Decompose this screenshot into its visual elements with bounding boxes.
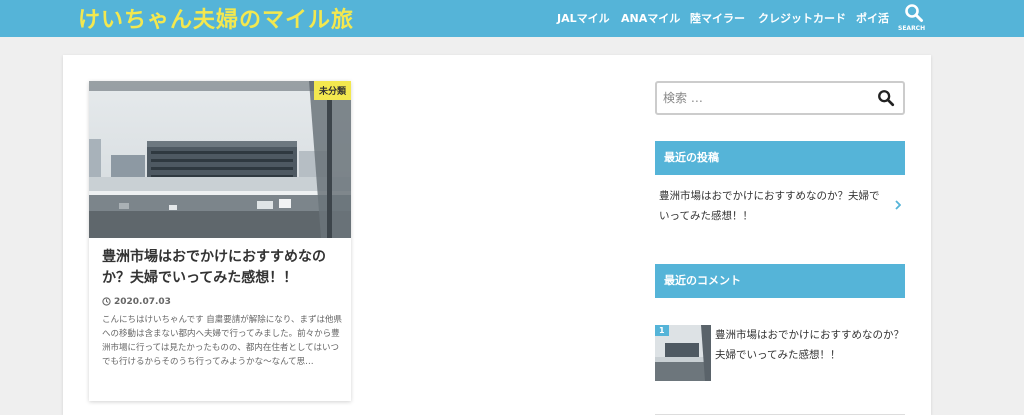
nav-item-poikatsu[interactable]: ポイ活: [856, 10, 889, 26]
post-card[interactable]: 未分類 豊洲市場はおでかけにおすすめなのか？夫婦でいってみた感想！！ 2020.…: [89, 81, 351, 401]
search-input[interactable]: [657, 83, 869, 113]
post-title[interactable]: 豊洲市場はおでかけにおすすめなのか？夫婦でいってみた感想！！: [102, 247, 340, 289]
post-thumbnail[interactable]: 未分類: [89, 81, 351, 238]
clock-icon: [102, 297, 111, 306]
content-container: 未分類 豊洲市場はおでかけにおすすめなのか？夫婦でいってみた感想！！ 2020.…: [63, 55, 931, 415]
nav-item-credit-card[interactable]: クレジットカード: [758, 10, 846, 26]
site-header: けいちゃん夫婦のマイル旅 JALマイル ANAマイル 陸マイラー クレジットカー…: [0, 0, 1024, 37]
post-date: 2020.07.03: [102, 297, 171, 307]
post-thumbnail-image: [89, 81, 351, 238]
comment-count-badge: 1: [655, 325, 669, 336]
header-search-button[interactable]: SEARCH: [898, 2, 927, 34]
recent-comment-item[interactable]: 1 豊洲市場はおでかけにおすすめなのか？夫婦でいってみた感想！！: [655, 325, 905, 385]
search-icon: [905, 4, 923, 22]
recent-post-item[interactable]: 豊洲市場はおでかけにおすすめなのか？夫婦でいってみた感想！！: [655, 186, 905, 226]
nav-item-riku-miler[interactable]: 陸マイラー: [690, 10, 745, 26]
comment-thumbnail[interactable]: 1: [655, 325, 711, 381]
search-label: SEARCH: [898, 25, 926, 32]
nav-item-ana[interactable]: ANAマイル: [621, 10, 680, 26]
post-date-text: 2020.07.03: [114, 297, 171, 307]
post-excerpt: こんにちはけいちゃんです 自粛要請が解除になり、まずは他県への移動は含まない都内…: [102, 315, 342, 367]
recent-posts-heading: 最近の投稿: [655, 141, 905, 175]
sidebar-search-box: [655, 81, 905, 115]
category-badge[interactable]: 未分類: [313, 81, 351, 100]
recent-comments-heading: 最近のコメント: [655, 264, 905, 298]
nav-item-jal[interactable]: JALマイル: [557, 10, 610, 26]
search-submit-button[interactable]: [877, 89, 895, 111]
recent-post-title[interactable]: 豊洲市場はおでかけにおすすめなのか？夫婦でいってみた感想！！: [659, 186, 889, 226]
chevron-right-icon: [895, 200, 901, 210]
search-icon: [878, 90, 895, 107]
site-title[interactable]: けいちゃん夫婦のマイル旅: [78, 2, 354, 34]
recent-comment-post-title[interactable]: 豊洲市場はおでかけにおすすめなのか？夫婦でいってみた感想！！: [715, 325, 905, 365]
